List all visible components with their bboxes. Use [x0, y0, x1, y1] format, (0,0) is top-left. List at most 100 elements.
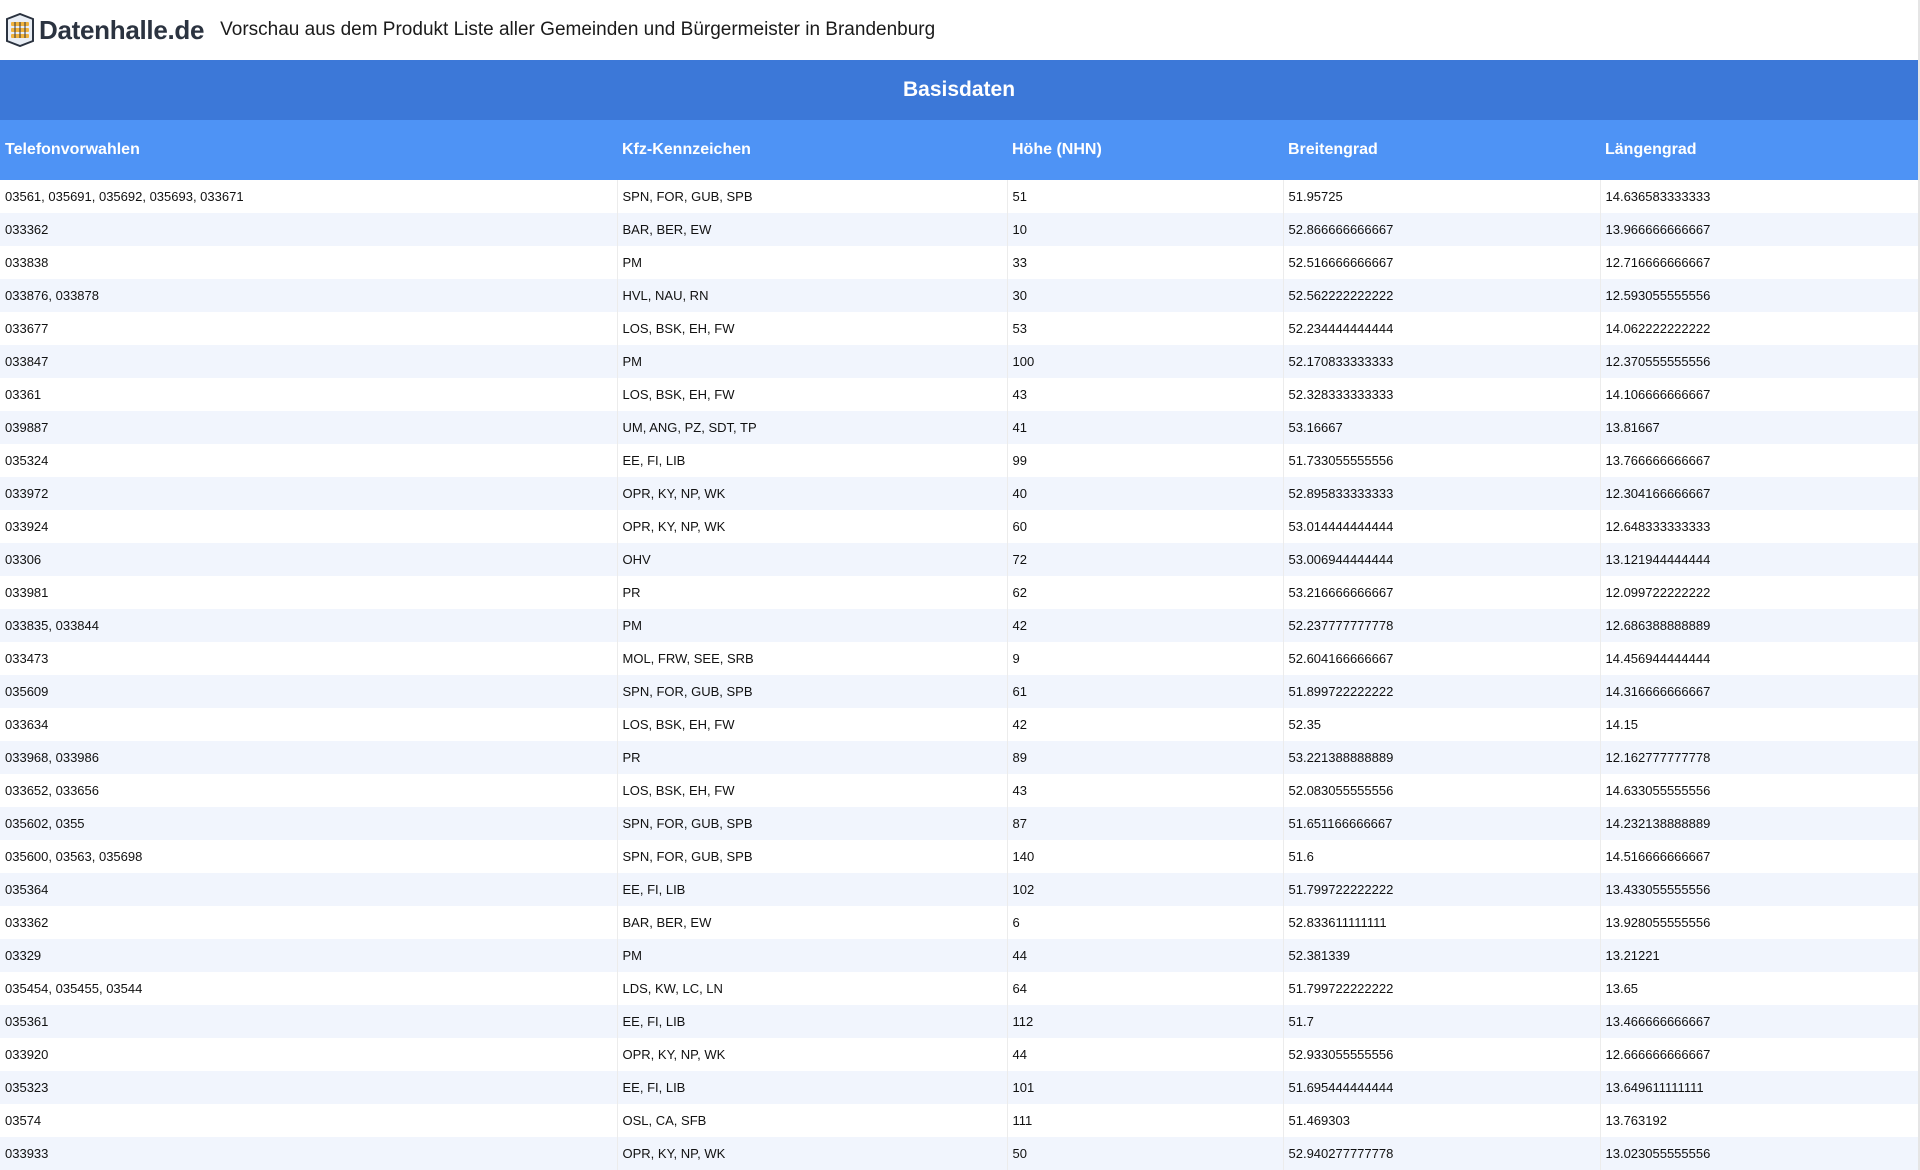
cell-hoehe: 6 — [1007, 906, 1284, 939]
cell-laengengrad: 14.633055555556 — [1600, 774, 1919, 807]
table-row[interactable]: 033362 BAR, BER, EW 6 52.833611111111 13.928… — [0, 906, 1919, 939]
cell-laengengrad: 14.15 — [1600, 708, 1919, 741]
table-row[interactable]: 035600, 03563, 035698 SPN, FOR, GUB, SPB 1… — [0, 840, 1919, 873]
cell-breitengrad: 51.733055555556 — [1283, 444, 1601, 477]
table-row[interactable]: 035454, 035455, 03544 LDS, KW, LC, LN 64 51… — [0, 972, 1919, 1005]
table-row[interactable]: 033968, 033986 PR 89 53.221388888889 12.1627… — [0, 741, 1919, 774]
table-row[interactable]: 033835, 033844 PM 42 52.237777777778 12.6863… — [0, 609, 1919, 642]
column-header-kfz-kennzeichen[interactable]: Kfz-Kennzeichen — [617, 120, 1007, 180]
table-row[interactable]: 033847 PM 100 52.170833333333 12.37055555555… — [0, 345, 1919, 378]
cell-hoehe: 89 — [1007, 741, 1284, 774]
cell-breitengrad: 51.7 — [1283, 1005, 1601, 1038]
table-row[interactable]: 035602, 0355 SPN, FOR, GUB, SPB 87 51.65116… — [0, 807, 1919, 840]
cell-hoehe: 112 — [1007, 1005, 1284, 1038]
cell-hoehe: 102 — [1007, 873, 1284, 906]
cell-breitengrad: 52.35 — [1283, 708, 1601, 741]
column-header-hoehe[interactable]: Höhe (NHN) — [1007, 120, 1283, 180]
table-row[interactable]: 033920 OPR, KY, NP, WK 44 52.933055555556 12… — [0, 1038, 1919, 1071]
cell-laengengrad: 14.232138888889 — [1600, 807, 1919, 840]
cell-hoehe: 53 — [1007, 312, 1284, 345]
cell-telefonvorwahlen: 039887 — [0, 411, 618, 444]
cell-hoehe: 61 — [1007, 675, 1284, 708]
cell-kfz-kennzeichen: SPN, FOR, GUB, SPB — [617, 807, 1008, 840]
table-body: 03561, 035691, 035692, 035693, 033671 SPN… — [0, 180, 1919, 1170]
database-icon — [5, 13, 35, 47]
table-row[interactable]: 039887 UM, ANG, PZ, SDT, TP 41 53.16667 13.8… — [0, 411, 1919, 444]
column-header-telefonvorwahlen[interactable]: Telefonvorwahlen — [0, 120, 617, 180]
cell-kfz-kennzeichen: EE, FI, LIB — [617, 1005, 1008, 1038]
table-row[interactable]: 035364 EE, FI, LIB 102 51.799722222222 13.43… — [0, 873, 1919, 906]
cell-telefonvorwahlen: 03306 — [0, 543, 618, 576]
table-row[interactable]: 033933 OPR, KY, NP, WK 50 52.940277777778 13… — [0, 1137, 1919, 1170]
cell-kfz-kennzeichen: OPR, KY, NP, WK — [617, 1038, 1008, 1071]
table-row[interactable]: 03306 OHV 72 53.006944444444 13.121944444444 — [0, 543, 1919, 576]
cell-breitengrad: 53.221388888889 — [1283, 741, 1601, 774]
table-row[interactable]: 033981 PR 62 53.216666666667 12.099722222222 — [0, 576, 1919, 609]
table-row[interactable]: 033876, 033878 HVL, NAU, RN 30 52.562222222… — [0, 279, 1919, 312]
cell-kfz-kennzeichen: LDS, KW, LC, LN — [617, 972, 1008, 1005]
cell-hoehe: 111 — [1007, 1104, 1284, 1137]
cell-telefonvorwahlen: 033968, 033986 — [0, 741, 618, 774]
cell-laengengrad: 13.966666666667 — [1600, 213, 1919, 246]
cell-breitengrad: 53.006944444444 — [1283, 543, 1601, 576]
table-row[interactable]: 033362 BAR, BER, EW 10 52.866666666667 13.96… — [0, 213, 1919, 246]
cell-breitengrad: 52.381339 — [1283, 939, 1601, 972]
cell-hoehe: 87 — [1007, 807, 1284, 840]
table-row[interactable]: 035361 EE, FI, LIB 112 51.7 13.466666666667 — [0, 1005, 1919, 1038]
table-row[interactable]: 033924 OPR, KY, NP, WK 60 53.014444444444 12… — [0, 510, 1919, 543]
cell-hoehe: 64 — [1007, 972, 1284, 1005]
table-row[interactable]: 035609 SPN, FOR, GUB, SPB 61 51.89972222222… — [0, 675, 1919, 708]
cell-laengengrad: 14.062222222222 — [1600, 312, 1919, 345]
cell-telefonvorwahlen: 035454, 035455, 03544 — [0, 972, 618, 1005]
cell-telefonvorwahlen: 035602, 0355 — [0, 807, 618, 840]
cell-kfz-kennzeichen: PM — [617, 609, 1008, 642]
cell-kfz-kennzeichen: OPR, KY, NP, WK — [617, 510, 1008, 543]
cell-laengengrad: 12.593055555556 — [1600, 279, 1919, 312]
cell-hoehe: 100 — [1007, 345, 1284, 378]
cell-laengengrad: 13.466666666667 — [1600, 1005, 1919, 1038]
table-row[interactable]: 033838 PM 33 52.516666666667 12.716666666667 — [0, 246, 1919, 279]
cell-telefonvorwahlen: 033838 — [0, 246, 618, 279]
cell-kfz-kennzeichen: LOS, BSK, EH, FW — [617, 774, 1008, 807]
table-row[interactable]: 033972 OPR, KY, NP, WK 40 52.895833333333 12… — [0, 477, 1919, 510]
cell-telefonvorwahlen: 033972 — [0, 477, 618, 510]
cell-laengengrad: 14.516666666667 — [1600, 840, 1919, 873]
table-row[interactable]: 035323 EE, FI, LIB 101 51.695444444444 13.64… — [0, 1071, 1919, 1104]
table-row[interactable]: 033677 LOS, BSK, EH, FW 53 52.234444444444 1… — [0, 312, 1919, 345]
column-header-laengengrad[interactable]: Längengrad — [1600, 120, 1919, 180]
cell-kfz-kennzeichen: BAR, BER, EW — [617, 213, 1008, 246]
table-row[interactable]: 03561, 035691, 035692, 035693, 033671 SPN… — [0, 180, 1919, 213]
table-row[interactable]: 035324 EE, FI, LIB 99 51.733055555556 13.766… — [0, 444, 1919, 477]
cell-breitengrad: 51.799722222222 — [1283, 873, 1601, 906]
cell-hoehe: 101 — [1007, 1071, 1284, 1104]
cell-breitengrad: 51.695444444444 — [1283, 1071, 1601, 1104]
cell-kfz-kennzeichen: HVL, NAU, RN — [617, 279, 1008, 312]
table-row[interactable]: 03361 LOS, BSK, EH, FW 43 52.328333333333 14… — [0, 378, 1919, 411]
cell-telefonvorwahlen: 035364 — [0, 873, 618, 906]
column-header-breitengrad[interactable]: Breitengrad — [1283, 120, 1600, 180]
table-row[interactable]: 033473 MOL, FRW, SEE, SRB 9 52.604166666667… — [0, 642, 1919, 675]
group-header-basisdaten: Basisdaten — [0, 60, 1919, 120]
cell-kfz-kennzeichen: OSL, CA, SFB — [617, 1104, 1008, 1137]
cell-hoehe: 140 — [1007, 840, 1284, 873]
cell-laengengrad: 12.099722222222 — [1600, 576, 1919, 609]
table-row[interactable]: 033652, 033656 LOS, BSK, EH, FW 43 52.08305… — [0, 774, 1919, 807]
cell-laengengrad: 13.121944444444 — [1600, 543, 1919, 576]
cell-kfz-kennzeichen: UM, ANG, PZ, SDT, TP — [617, 411, 1008, 444]
cell-breitengrad: 51.95725 — [1283, 180, 1601, 213]
cell-breitengrad: 52.933055555556 — [1283, 1038, 1601, 1071]
cell-kfz-kennzeichen: SPN, FOR, GUB, SPB — [617, 675, 1008, 708]
cell-telefonvorwahlen: 033924 — [0, 510, 618, 543]
table-row[interactable]: 03329 PM 44 52.381339 13.21221 — [0, 939, 1919, 972]
logo[interactable]: Datenhalle.de — [0, 0, 204, 60]
data-table: Basisdaten Telefonvorwahlen Kfz-Kennzeic… — [0, 60, 1919, 1170]
cell-telefonvorwahlen: 033473 — [0, 642, 618, 675]
table-group-header-row: Basisdaten — [0, 60, 1919, 120]
cell-telefonvorwahlen: 033362 — [0, 213, 618, 246]
cell-kfz-kennzeichen: PM — [617, 246, 1008, 279]
cell-breitengrad: 52.083055555556 — [1283, 774, 1601, 807]
table-row[interactable]: 03574 OSL, CA, SFB 111 51.469303 13.763192 — [0, 1104, 1919, 1137]
cell-hoehe: 33 — [1007, 246, 1284, 279]
cell-breitengrad: 52.237777777778 — [1283, 609, 1601, 642]
table-row[interactable]: 033634 LOS, BSK, EH, FW 42 52.35 14.15 — [0, 708, 1919, 741]
